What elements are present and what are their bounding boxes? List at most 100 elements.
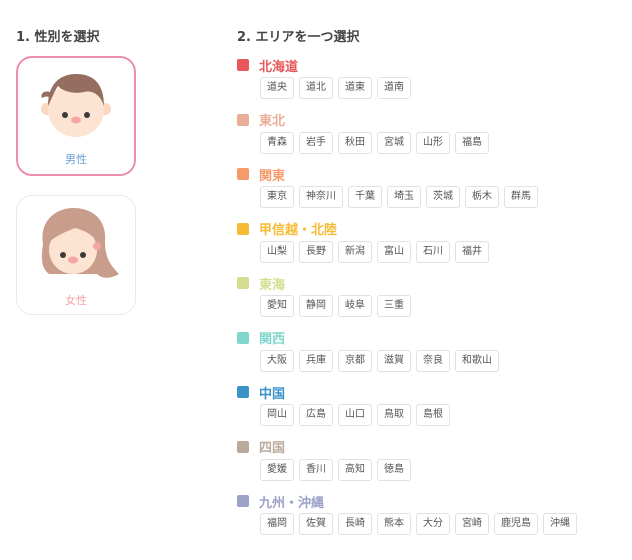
prefecture-button[interactable]: 山梨 <box>260 240 294 263</box>
prefecture-button[interactable]: 岩手 <box>299 131 333 154</box>
region-color-marker <box>237 277 249 289</box>
prefecture-list: 愛媛 香川 高知 徳島 <box>260 458 411 481</box>
region-color-marker <box>237 59 249 71</box>
region-name: 関東 <box>259 168 286 184</box>
gender-option-female[interactable]: 女性 <box>16 195 136 315</box>
prefecture-button[interactable]: 道南 <box>377 77 411 99</box>
prefecture-button[interactable]: 宮崎 <box>455 513 489 535</box>
region-name: 関西 <box>259 332 286 347</box>
prefecture-button[interactable]: 神奈川 <box>299 186 343 208</box>
prefecture-button[interactable]: 大分 <box>416 513 450 535</box>
prefecture-button[interactable]: 大阪 <box>260 349 294 372</box>
prefecture-button[interactable]: 山口 <box>338 404 372 426</box>
prefecture-button[interactable]: 鹿児島 <box>494 513 538 535</box>
region-name: 四国 <box>259 441 286 456</box>
prefecture-button[interactable]: 高知 <box>338 458 372 481</box>
prefecture-button[interactable]: 鳥取 <box>377 404 411 426</box>
prefecture-button[interactable]: 石川 <box>416 240 450 263</box>
prefecture-button[interactable]: 福島 <box>455 131 489 154</box>
prefecture-button[interactable]: 香川 <box>299 458 333 481</box>
prefecture-button[interactable]: 福岡 <box>260 513 294 535</box>
region-block: 北海道道央 道北 道東 道南 <box>237 57 411 99</box>
prefecture-button[interactable]: 愛知 <box>260 295 294 317</box>
gender-label-male: 男性 <box>65 153 87 166</box>
prefecture-list: 青森 岩手 秋田 宮城 山形 福島 <box>260 131 489 154</box>
region-color-marker <box>237 495 249 507</box>
prefecture-list: 山梨 長野 新潟 富山 石川 福井 <box>260 240 489 263</box>
male-face-icon <box>41 74 111 137</box>
prefecture-button[interactable]: 道北 <box>299 77 333 99</box>
region-name: 東海 <box>259 277 286 293</box>
prefecture-button[interactable]: 栃木 <box>465 186 499 208</box>
gender-option-male[interactable]: 男性 <box>16 56 136 176</box>
prefecture-button[interactable]: 宮城 <box>377 131 411 154</box>
prefecture-button[interactable]: 新潟 <box>338 240 372 263</box>
prefecture-button[interactable]: 静岡 <box>299 295 333 317</box>
region-block: 甲信越・北陸山梨 長野 新潟 富山 石川 福井 <box>237 221 489 263</box>
prefecture-button[interactable]: 熊本 <box>377 513 411 535</box>
prefecture-button[interactable]: 千葉 <box>348 186 382 208</box>
prefecture-button[interactable]: 群馬 <box>504 186 538 208</box>
region-color-marker <box>237 440 249 453</box>
region-color-marker <box>237 222 249 235</box>
region-block: 関西大阪 兵庫 京都 滋賀 奈良 和歌山 <box>237 330 499 372</box>
region-block: 九州・沖縄福岡 佐賀 長崎 熊本 大分 宮崎 鹿児島 沖縄 <box>237 493 577 535</box>
gender-section-title: 1. 性別を選択 <box>16 30 100 45</box>
region-header: 関西 <box>237 330 286 347</box>
prefecture-button[interactable]: 福井 <box>455 240 489 263</box>
prefecture-button[interactable]: 兵庫 <box>299 349 333 372</box>
prefecture-list: 大阪 兵庫 京都 滋賀 奈良 和歌山 <box>260 349 499 372</box>
region-header: 北海道 <box>237 57 298 75</box>
region-name: 中国 <box>259 386 286 402</box>
prefecture-list: 道央 道北 道東 道南 <box>260 77 411 99</box>
prefecture-button[interactable]: 長崎 <box>338 513 372 535</box>
region-block: 東北青森 岩手 秋田 宮城 山形 福島 <box>237 112 489 154</box>
region-name: 九州・沖縄 <box>259 495 325 511</box>
region-header: 東北 <box>237 112 286 129</box>
region-block: 関東東京 神奈川 千葉 埼玉 茨城 栃木 群馬 <box>237 166 538 208</box>
region-color-marker <box>237 113 249 126</box>
region-color-marker <box>237 386 249 398</box>
prefecture-button[interactable]: 富山 <box>377 240 411 263</box>
prefecture-button[interactable]: 和歌山 <box>455 349 499 372</box>
gender-label-female: 女性 <box>65 294 87 307</box>
prefecture-button[interactable]: 青森 <box>260 131 294 154</box>
prefecture-button[interactable]: 滋賀 <box>377 349 411 372</box>
prefecture-list: 岡山 広島 山口 鳥取 島根 <box>260 404 450 426</box>
region-header: 中国 <box>237 384 286 402</box>
prefecture-button[interactable]: 埼玉 <box>387 186 421 208</box>
region-name: 東北 <box>259 114 286 129</box>
region-block: 中国岡山 広島 山口 鳥取 島根 <box>237 384 450 426</box>
region-header: 四国 <box>237 439 286 456</box>
prefecture-button[interactable]: 広島 <box>299 404 333 426</box>
prefecture-button[interactable]: 佐賀 <box>299 513 333 535</box>
prefecture-button[interactable]: 島根 <box>416 404 450 426</box>
region-header: 九州・沖縄 <box>237 493 325 511</box>
prefecture-button[interactable]: 茨城 <box>426 186 460 208</box>
region-color-marker <box>237 331 249 344</box>
prefecture-button[interactable]: 道央 <box>260 77 294 99</box>
region-name: 甲信越・北陸 <box>259 223 338 238</box>
prefecture-button[interactable]: 岡山 <box>260 404 294 426</box>
region-header: 東海 <box>237 275 286 293</box>
female-face-icon <box>41 208 120 278</box>
prefecture-button[interactable]: 道東 <box>338 77 372 99</box>
prefecture-button[interactable]: 沖縄 <box>543 513 577 535</box>
prefecture-button[interactable]: 徳島 <box>377 458 411 481</box>
region-block: 四国愛媛 香川 高知 徳島 <box>237 439 411 481</box>
prefecture-button[interactable]: 愛媛 <box>260 458 294 481</box>
prefecture-button[interactable]: 秋田 <box>338 131 372 154</box>
prefecture-list: 東京 神奈川 千葉 埼玉 茨城 栃木 群馬 <box>260 186 538 208</box>
region-color-marker <box>237 168 249 180</box>
prefecture-button[interactable]: 岐阜 <box>338 295 372 317</box>
region-header: 甲信越・北陸 <box>237 221 338 238</box>
area-section-title: 2. エリアを一つ選択 <box>237 30 360 45</box>
prefecture-list: 福岡 佐賀 長崎 熊本 大分 宮崎 鹿児島 沖縄 <box>260 513 577 535</box>
prefecture-button[interactable]: 奈良 <box>416 349 450 372</box>
prefecture-button[interactable]: 東京 <box>260 186 294 208</box>
prefecture-button[interactable]: 長野 <box>299 240 333 263</box>
prefecture-button[interactable]: 三重 <box>377 295 411 317</box>
prefecture-button[interactable]: 山形 <box>416 131 450 154</box>
region-block: 東海愛知 静岡 岐阜 三重 <box>237 275 411 317</box>
prefecture-button[interactable]: 京都 <box>338 349 372 372</box>
